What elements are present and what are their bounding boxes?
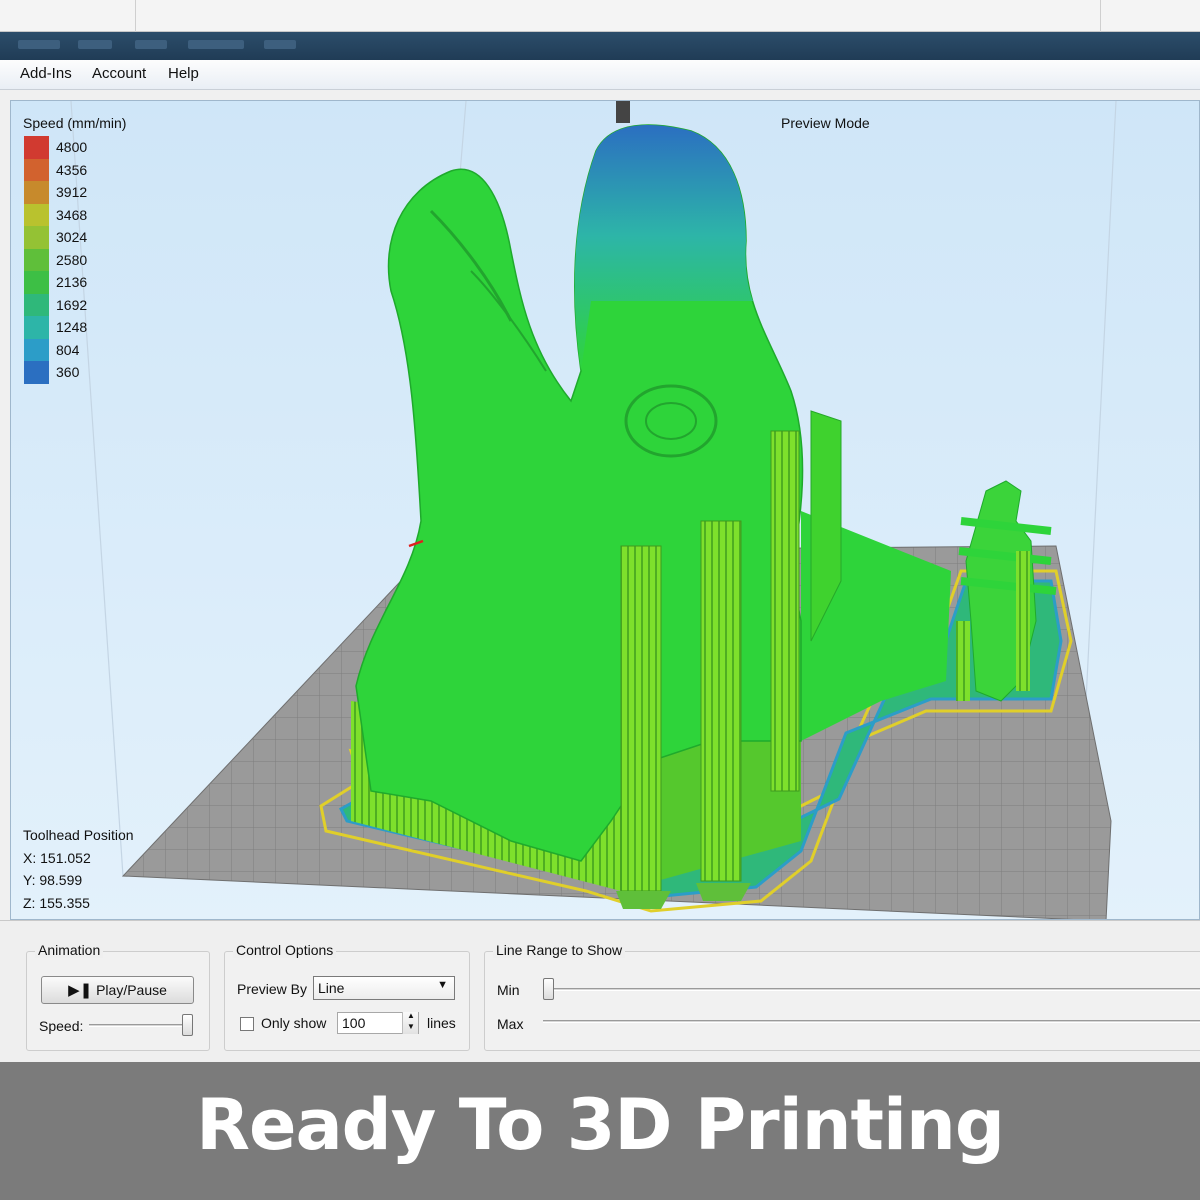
preview-by-select[interactable]: Line ▼ — [313, 976, 455, 1000]
legend-value: 804 — [56, 341, 80, 358]
title-bar — [0, 32, 1200, 60]
max-label: Max — [497, 1016, 524, 1032]
blurred-menu-item — [78, 40, 112, 49]
only-show-checkbox[interactable] — [240, 1017, 254, 1031]
menu-account[interactable]: Account — [92, 65, 146, 82]
spin-up-icon[interactable]: ▲ — [407, 1011, 415, 1020]
3d-scene — [11, 101, 1199, 919]
lines-count-spinner[interactable]: ▲ ▼ — [402, 1011, 418, 1034]
play-pause-label: Play/Pause — [96, 982, 167, 998]
legend-swatch — [24, 293, 49, 316]
min-slider-handle[interactable] — [543, 978, 554, 1000]
menu-bar: Add-Ins Account Help — [0, 60, 1200, 90]
divider — [135, 0, 136, 32]
toolhead-title: Toolhead Position — [23, 827, 134, 843]
legend-value: 360 — [56, 364, 80, 380]
blurred-menu-item — [188, 40, 244, 49]
preview-by-label: Preview By — [237, 981, 308, 997]
legend-swatch — [24, 136, 49, 159]
speed-slider-handle[interactable] — [182, 1014, 193, 1036]
legend-value: 4800 — [56, 139, 88, 155]
menu-add-ins[interactable]: Add-Ins — [20, 65, 72, 82]
legend-swatch — [24, 316, 49, 339]
min-slider-track[interactable] — [543, 988, 1200, 991]
promo-banner: Ready To 3D Printing — [0, 1062, 1200, 1200]
legend-value: 1248 — [56, 319, 88, 335]
legend-swatch — [24, 338, 49, 361]
nozzle — [616, 101, 630, 123]
speed-slider-track[interactable] — [89, 1024, 193, 1027]
blurred-menu-item — [135, 40, 167, 49]
legend-value: 1692 — [56, 296, 88, 313]
only-show-label: Only show — [261, 1015, 327, 1031]
legend-swatch — [24, 203, 49, 226]
legend-value: 3912 — [56, 184, 88, 200]
toolhead-z: Z: 155.355 — [23, 895, 90, 911]
control-options-group: Control Options Preview By Line ▼ Only s… — [224, 942, 470, 1051]
speed-label: Speed: — [39, 1018, 84, 1034]
preview-by-value: Line — [318, 980, 345, 996]
legend-value: 3024 — [56, 229, 88, 245]
control-options-title: Control Options — [233, 942, 337, 958]
legend-value: 2136 — [56, 274, 88, 290]
line-range-title: Line Range to Show — [493, 942, 626, 958]
play-pause-button[interactable]: ▶❚ Play/Pause — [41, 976, 194, 1004]
legend-swatch — [24, 181, 49, 204]
lines-count-value: 100 — [342, 1015, 366, 1031]
toolhead-x: X: 151.052 — [23, 850, 91, 866]
min-label: Min — [497, 982, 520, 998]
animation-group: Animation ▶❚ Play/Pause Speed: — [26, 942, 210, 1051]
legend-value: 3468 — [56, 206, 88, 223]
control-panel: Animation ▶❚ Play/Pause Speed: Control O… — [0, 920, 1200, 1062]
lines-label: lines — [427, 1015, 456, 1031]
play-pause-icon: ▶❚ — [68, 982, 93, 999]
blurred-menu-item — [264, 40, 296, 49]
preview-viewport[interactable]: Speed (mm/min) 4800 4356 3912 3468 3024 2580 2… — [10, 100, 1200, 920]
spin-down-icon[interactable]: ▼ — [407, 1022, 415, 1031]
dropdown-arrow-icon: ▼ — [437, 979, 448, 991]
legend-swatch — [24, 361, 49, 384]
legend-title: Speed (mm/min) — [23, 115, 127, 131]
blurred-menu-item — [18, 40, 60, 49]
legend-value: 4356 — [56, 161, 88, 178]
max-slider-track[interactable] — [543, 1020, 1200, 1023]
toolhead-y: Y: 98.599 — [23, 872, 83, 888]
legend-value: 2580 — [56, 251, 88, 268]
menu-help[interactable]: Help — [168, 65, 199, 82]
legend-swatch — [24, 226, 49, 249]
window-top-strip — [0, 0, 1200, 32]
legend-swatch — [24, 248, 49, 271]
banner-text: Ready To 3D Printing — [196, 1084, 1005, 1166]
lines-count-input[interactable]: 100 ▲ ▼ — [337, 1011, 419, 1034]
preview-mode-label: Preview Mode — [781, 115, 870, 131]
line-range-group: Line Range to Show Min Max — [484, 942, 1200, 1051]
legend-swatch — [24, 271, 49, 294]
legend-swatch — [24, 158, 49, 181]
divider — [1100, 0, 1101, 32]
animation-title: Animation — [35, 942, 104, 958]
